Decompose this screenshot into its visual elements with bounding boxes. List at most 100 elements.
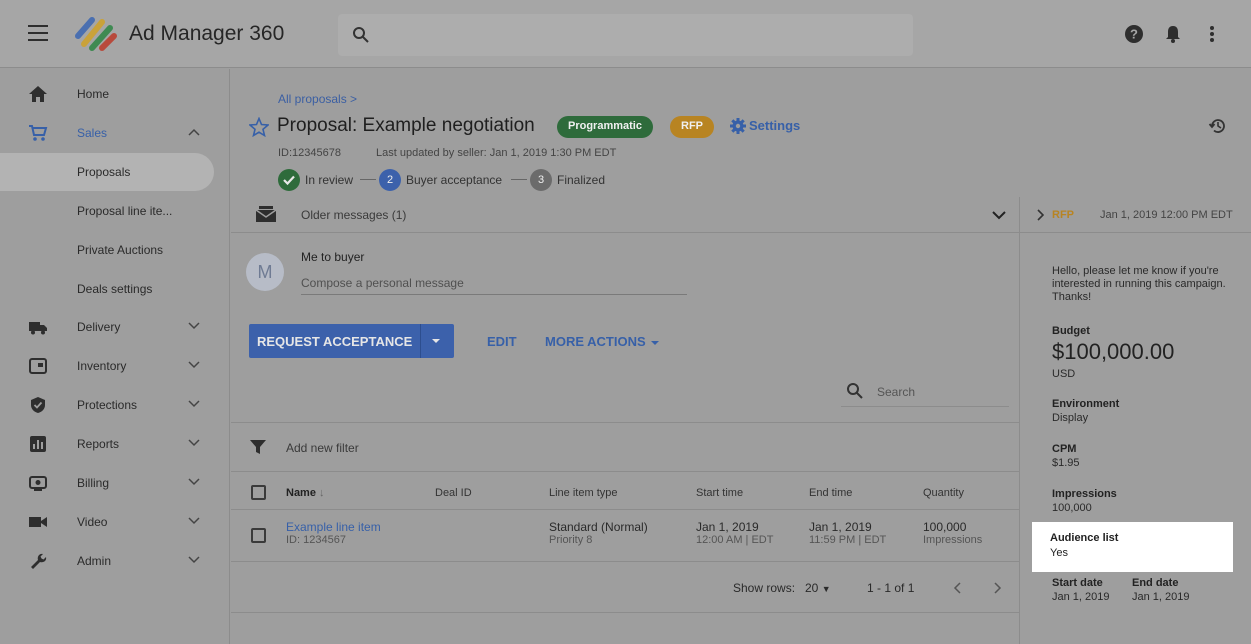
request-acceptance-button[interactable]: REQUEST ACCEPTANCE: [249, 324, 454, 358]
caret-down-icon[interactable]: [430, 335, 442, 347]
star-outline-icon[interactable]: [249, 117, 269, 137]
more-vert-icon[interactable]: [1202, 24, 1222, 44]
start-date: Jan 1, 2019: [696, 520, 759, 534]
step-connector: [511, 179, 527, 180]
column-header-name[interactable]: Name ↓: [286, 487, 325, 499]
column-header-start-time[interactable]: Start time: [696, 487, 743, 499]
chevron-down-icon: [188, 478, 200, 486]
audience-list-value: Yes: [1050, 547, 1068, 559]
chevron-down-icon[interactable]: [992, 211, 1006, 220]
quantity: 100,000: [923, 520, 967, 534]
column-header-line-item-type[interactable]: Line item type: [549, 487, 617, 499]
column-header-deal-id[interactable]: Deal ID: [435, 487, 472, 499]
end-date-value: Jan 1, 2019: [1132, 591, 1190, 603]
chevron-down-icon: [188, 400, 200, 408]
notifications-bell-icon[interactable]: [1163, 24, 1183, 44]
rows-per-page-select[interactable]: 20 ▼: [805, 581, 831, 595]
reports-icon: [30, 436, 46, 452]
rows-per-page-value: 20: [805, 581, 819, 595]
chevron-down-icon: [188, 439, 200, 447]
cpm-value: $1.95: [1052, 457, 1080, 469]
older-messages-bar[interactable]: Older messages (1): [231, 197, 1019, 233]
end-date-label: End date: [1132, 577, 1179, 589]
split-divider: [420, 324, 421, 358]
sidebar-item-reports[interactable]: Reports: [0, 426, 230, 462]
sidebar-item-protections[interactable]: Protections: [0, 387, 230, 423]
sidebar-item-sales[interactable]: Sales: [0, 115, 230, 151]
global-search-bar[interactable]: [338, 14, 913, 56]
line-item-id: ID: 1234567: [286, 534, 346, 546]
cart-icon: [29, 125, 48, 141]
compose-message-input[interactable]: [301, 271, 687, 295]
chevron-right-icon[interactable]: [991, 581, 1003, 595]
sidebar-item-label: Sales: [77, 126, 108, 140]
settings-label: Settings: [749, 118, 801, 133]
select-all-checkbox[interactable]: [251, 485, 266, 500]
shield-icon: [31, 397, 45, 413]
history-icon[interactable]: [1208, 116, 1228, 136]
rfp-panel-header[interactable]: RFP Jan 1, 2019 12:00 PM EDT: [1020, 197, 1251, 233]
quantity-unit: Impressions: [923, 534, 983, 546]
budget-currency: USD: [1052, 368, 1076, 380]
start-time: 12:00 AM | EDT: [696, 534, 774, 546]
caret-down-icon: [650, 340, 659, 345]
sidebar-item-billing[interactable]: Billing: [0, 465, 230, 501]
sidebar-item-label: Inventory: [77, 359, 127, 373]
chevron-down-icon: [188, 361, 200, 369]
menu-icon[interactable]: [28, 25, 48, 43]
sidebar-item-deals-settings[interactable]: Deals settings: [0, 271, 230, 307]
sidebar-item-admin[interactable]: Admin: [0, 543, 230, 579]
billing-icon: [29, 476, 47, 491]
sidebar-item-inventory[interactable]: Inventory: [0, 348, 230, 384]
column-header-quantity[interactable]: Quantity: [923, 487, 964, 499]
rfp-badge: RFP: [670, 116, 714, 138]
svg-text:?: ?: [1130, 27, 1138, 42]
sidebar-item-label: Proposal line ite...: [77, 204, 173, 218]
sidebar-item-home[interactable]: Home: [0, 76, 230, 112]
sidebar-item-delivery[interactable]: Delivery: [0, 309, 230, 345]
help-icon[interactable]: ?: [1124, 24, 1144, 44]
rfp-panel-body: Hello, please let me know if you're inte…: [1052, 265, 1242, 603]
video-icon: [29, 517, 47, 527]
environment-value: Display: [1052, 412, 1089, 424]
sidebar-item-label: Delivery: [77, 320, 121, 334]
older-messages-label: Older messages (1): [301, 208, 407, 222]
audience-list-highlight: Audience list Yes: [1032, 522, 1233, 572]
start-date-label: Start date: [1052, 577, 1103, 589]
budget-value: $100,000.00: [1052, 339, 1175, 364]
sidebar-item-private-auctions[interactable]: Private Auctions: [0, 232, 230, 268]
audience-list-label: Audience list: [1050, 532, 1119, 544]
sidebar-item-label: Video: [77, 515, 108, 529]
column-name-label: Name: [286, 487, 316, 499]
show-rows-label: Show rows:: [733, 581, 796, 595]
table-search-input[interactable]: [877, 382, 997, 402]
breadcrumb[interactable]: All proposals >: [278, 92, 357, 106]
filter-bar[interactable]: Add new filter: [231, 422, 1019, 472]
more-actions-button[interactable]: MORE ACTIONS: [545, 334, 660, 349]
row-checkbox[interactable]: [251, 528, 266, 543]
sidebar-item-label: Home: [77, 87, 110, 101]
line-item-priority: Priority 8: [549, 534, 593, 546]
impressions-value: 100,000: [1052, 502, 1092, 514]
search-icon: [353, 27, 369, 43]
chevron-down-icon: [188, 322, 200, 330]
line-item-name-link[interactable]: Example line item: [286, 520, 381, 534]
step-label: Buyer acceptance: [406, 173, 503, 187]
sidebar-item-proposals[interactable]: Proposals: [0, 153, 214, 191]
sidebar-item-label: Private Auctions: [77, 243, 164, 257]
app-title: Ad Manager 360: [129, 22, 285, 45]
chevron-left-icon[interactable]: [952, 581, 964, 595]
more-actions-label: MORE ACTIONS: [545, 334, 646, 349]
sidebar-item-label: Proposals: [77, 165, 131, 179]
edit-button[interactable]: EDIT: [487, 334, 517, 349]
column-header-end-time[interactable]: End time: [809, 487, 852, 499]
proposal-content-panel: Older messages (1) M Me to buyer REQUEST…: [231, 197, 1019, 644]
page-title: Proposal: Example negotiation: [277, 115, 535, 136]
rfp-tag: RFP: [1052, 209, 1074, 221]
sidebar-item-label: Billing: [77, 476, 110, 490]
sidebar-item-video[interactable]: Video: [0, 504, 230, 540]
table-search[interactable]: [841, 377, 1009, 407]
sidebar-item-proposal-line-items[interactable]: Proposal line ite...: [0, 193, 230, 229]
request-acceptance-label: REQUEST ACCEPTANCE: [257, 334, 413, 349]
rfp-date: Jan 1, 2019 12:00 PM EDT: [1100, 209, 1233, 221]
